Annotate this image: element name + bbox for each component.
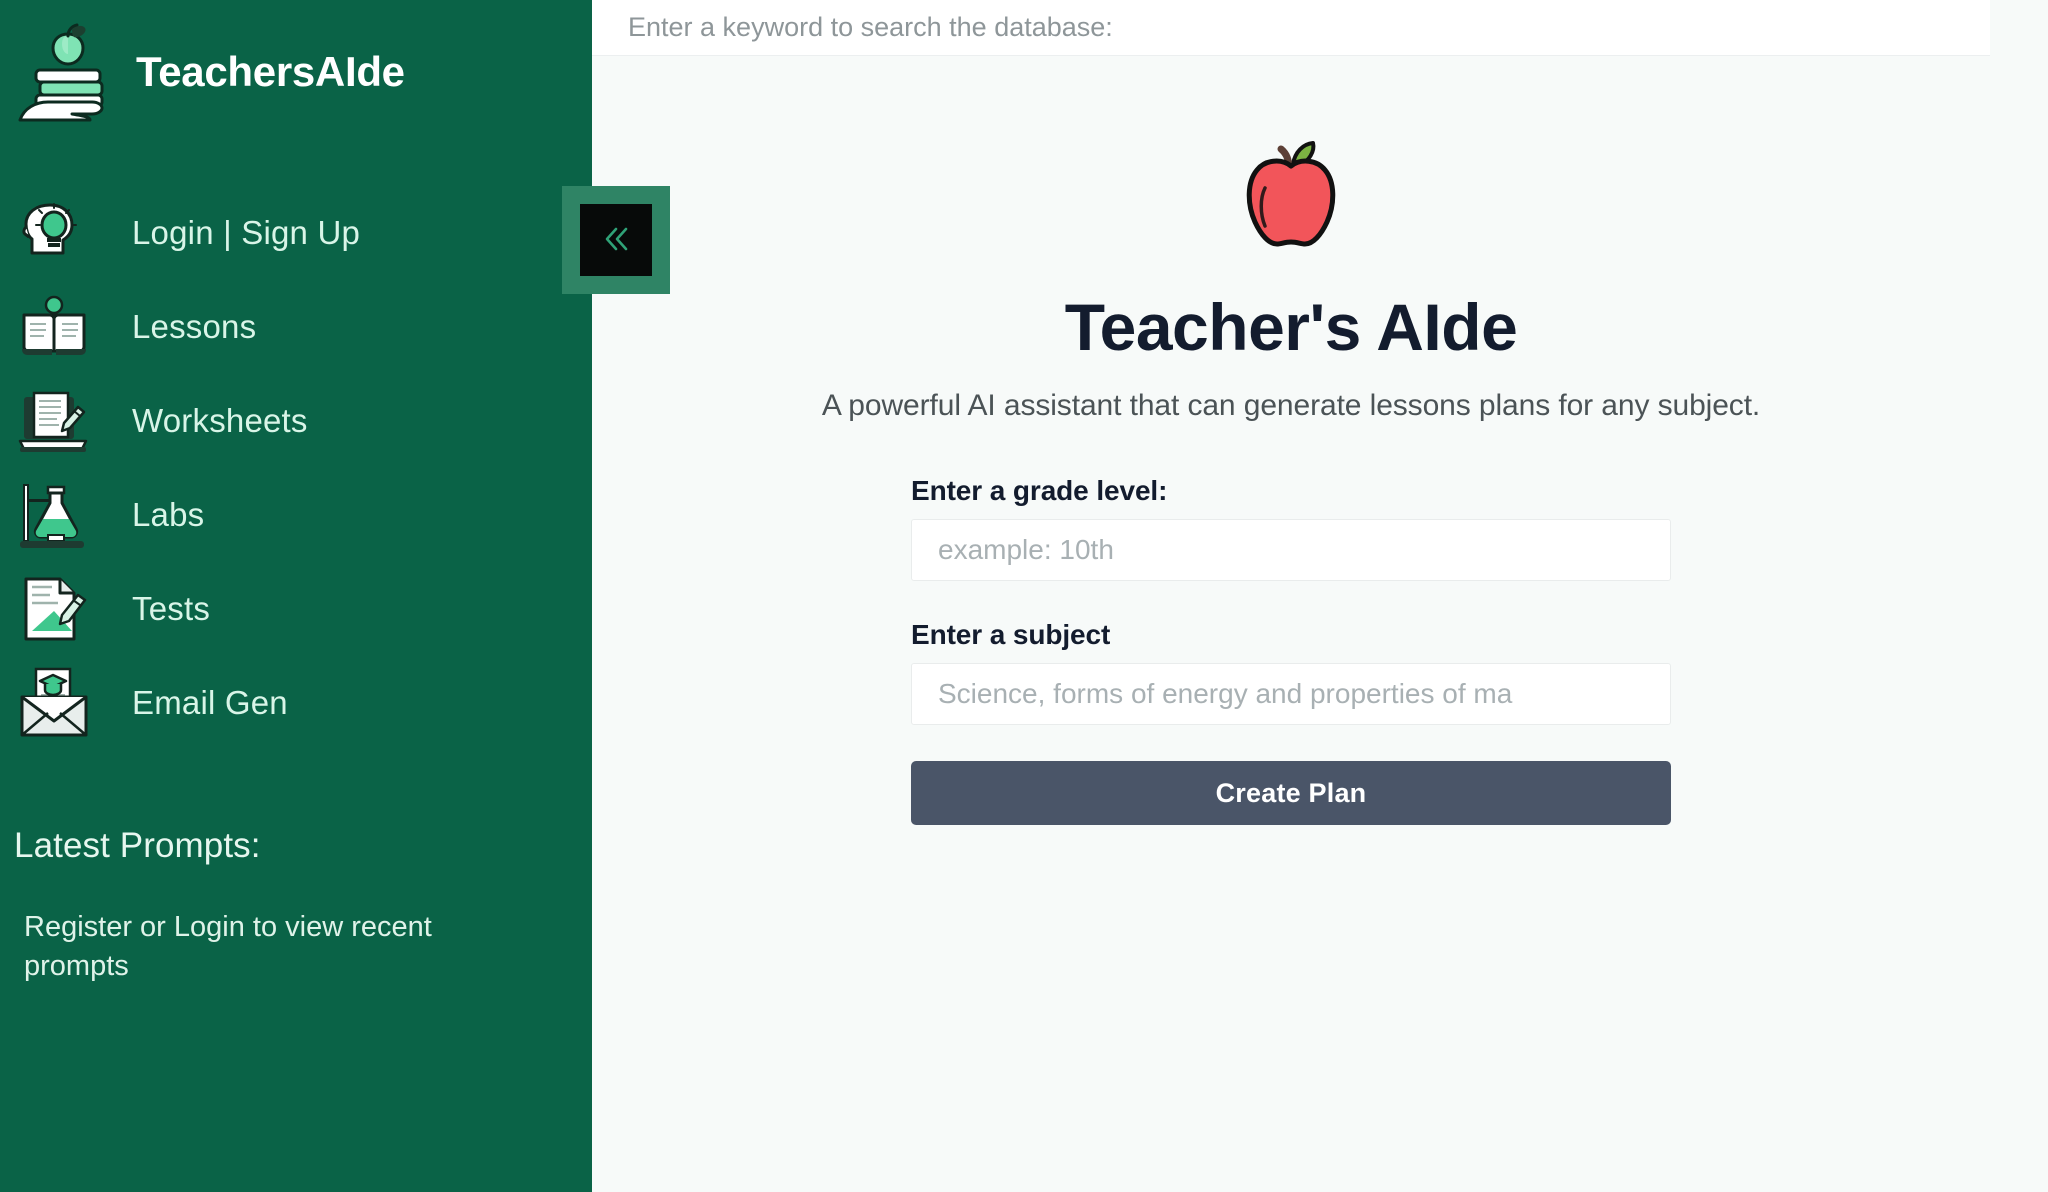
- brand-name: TeachersAIde: [136, 48, 405, 95]
- sidebar-item-label: Lessons: [132, 308, 257, 345]
- search-bar: [592, 0, 1990, 56]
- brand[interactable]: TeachersAIde: [0, 0, 592, 126]
- sidebar-item-label: Login | Sign Up: [132, 214, 361, 251]
- latest-prompts-section: Latest Prompts: Register or Login to vie…: [0, 826, 592, 986]
- grade-level-input[interactable]: [911, 519, 1671, 581]
- sidebar-item-login-signup[interactable]: Login | Sign Up: [18, 186, 592, 280]
- grade-level-label: Enter a grade level:: [911, 475, 1168, 506]
- page-title: Teacher's AIde: [1064, 290, 1518, 364]
- sidebar-item-email-gen[interactable]: Email Gen: [18, 656, 592, 750]
- sidebar-item-tests[interactable]: Tests: [18, 562, 592, 656]
- sidebar-item-label: Worksheets: [132, 402, 308, 439]
- apple-on-books-in-hand-icon: [14, 20, 122, 124]
- latest-prompts-title: Latest Prompts:: [14, 826, 261, 865]
- sidebar-nav: Login | Sign Up Lessons Worksheets Labs …: [0, 186, 592, 750]
- app-root: TeachersAIde Login | Sign Up Lessons Wor…: [0, 0, 2048, 1192]
- sidebar-item-label: Email Gen: [132, 684, 288, 721]
- page-subtitle: A powerful AI assistant that can generat…: [821, 389, 1761, 422]
- form-spacer: [911, 581, 1671, 619]
- red-apple-icon: [1231, 130, 1351, 263]
- hero-section: Teacher's AIde A powerful AI assistant t…: [592, 56, 1990, 1192]
- laptop-document-pencil-icon: [18, 385, 90, 457]
- head-with-lightbulb-icon: [18, 197, 90, 269]
- flask-on-stand-icon: [18, 479, 90, 551]
- paper-with-pencil-icon: [18, 573, 90, 645]
- sidebar-item-labs[interactable]: Labs: [18, 468, 592, 562]
- sidebar-item-worksheets[interactable]: Worksheets: [18, 374, 592, 468]
- sidebar: TeachersAIde Login | Sign Up Lessons Wor…: [0, 0, 592, 1192]
- sidebar-item-label: Labs: [132, 496, 205, 533]
- envelope-with-graduation-cap-icon: [18, 667, 90, 739]
- create-plan-button[interactable]: Create Plan: [911, 761, 1671, 825]
- latest-prompts-empty-message: Register or Login to view recent prompts: [24, 911, 432, 983]
- subject-input[interactable]: [911, 663, 1671, 725]
- open-book-with-lightbulb-icon: [18, 291, 90, 363]
- main-content: Teacher's AIde A powerful AI assistant t…: [562, 0, 2048, 1192]
- sidebar-item-label: Tests: [132, 590, 211, 627]
- sidebar-item-lessons[interactable]: Lessons: [18, 280, 592, 374]
- search-input[interactable]: [592, 0, 1990, 55]
- lesson-plan-form: Enter a grade level: Enter a subject Cre…: [911, 475, 1671, 825]
- subject-label: Enter a subject: [911, 619, 1111, 650]
